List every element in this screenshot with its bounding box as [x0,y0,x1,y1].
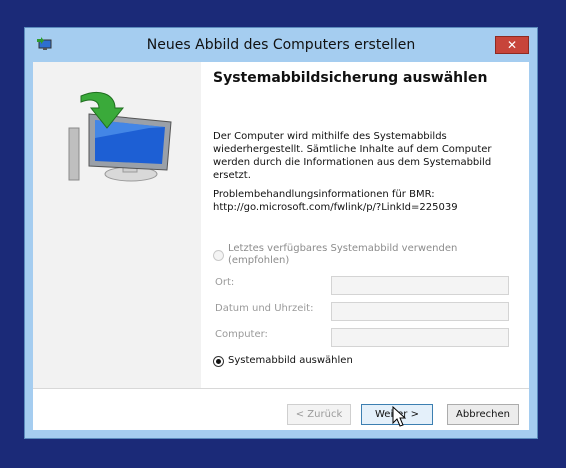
computer-field [331,328,509,347]
choose-image-radio[interactable] [213,356,224,367]
latest-image-radio[interactable] [213,250,224,261]
title-bar[interactable]: Neues Abbild des Computers erstellen ✕ [25,28,537,62]
description-text: Der Computer wird mithilfe des Systemabb… [213,131,492,181]
computer-restore-icon [68,92,172,182]
dialog-client-area: Systemabbildsicherung auswählen Der Comp… [33,62,529,430]
window-title: Neues Abbild des Computers erstellen [146,37,416,53]
back-button[interactable]: < Zurück [287,404,351,425]
cancel-button[interactable]: Abbrechen [447,404,519,425]
choose-image-label[interactable]: Systemabbild auswählen [228,355,353,367]
side-panel [33,62,201,388]
computer-label: Computer: [215,329,268,340]
bmr-info-text: Problembehandlungsinformationen für BMR:… [213,189,458,213]
location-label: Ort: [215,277,235,288]
datetime-field [331,302,509,321]
mouse-pointer-icon [392,406,406,427]
button-separator [33,388,529,389]
location-field [331,276,509,295]
latest-image-label: Letztes verfügbares Systemabbild verwend… [228,243,458,266]
page-title: Systemabbildsicherung auswählen [213,70,488,86]
dialog-window: Neues Abbild des Computers erstellen ✕ S… [24,27,538,439]
datetime-label: Datum und Uhrzeit: [215,303,314,314]
close-button[interactable]: ✕ [495,36,529,54]
